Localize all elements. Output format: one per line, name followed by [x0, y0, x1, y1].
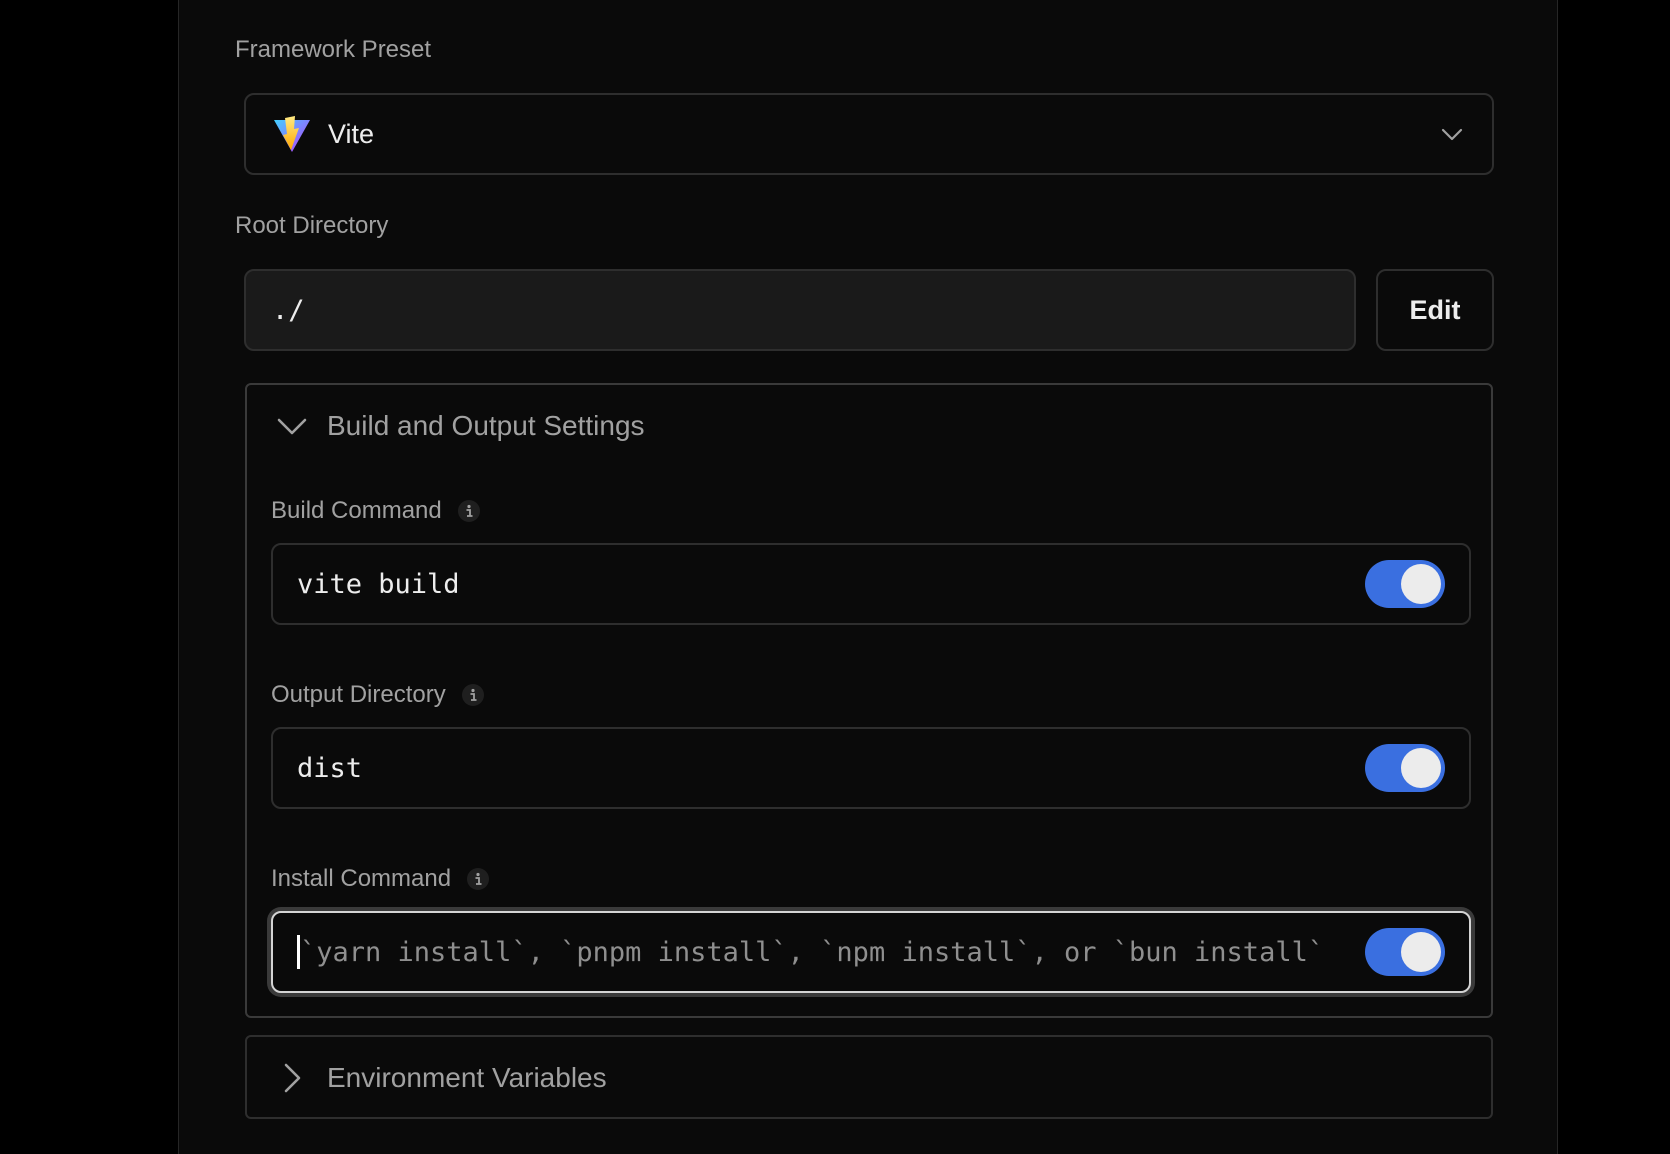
- chevron-down-icon: [1441, 128, 1463, 141]
- output-directory-field: dist: [271, 727, 1471, 809]
- info-icon[interactable]: [467, 868, 490, 890]
- framework-preset-label: Framework Preset: [235, 36, 432, 63]
- framework-preset-select[interactable]: Vite: [244, 93, 1494, 175]
- install-command-input[interactable]: [300, 936, 1345, 968]
- build-command-field: vite build: [271, 543, 1471, 625]
- build-command-override-toggle[interactable]: [1365, 560, 1445, 608]
- output-directory-label: Output Directory: [271, 681, 484, 709]
- toggle-knob: [1401, 932, 1441, 972]
- environment-variables-toggle[interactable]: Environment Variables: [275, 1037, 607, 1119]
- root-directory-label: Root Directory: [235, 212, 389, 239]
- install-command-override-toggle[interactable]: [1365, 928, 1445, 976]
- project-settings-panel: Framework Preset Vite Root Directory ./ …: [178, 0, 1558, 1154]
- info-icon[interactable]: [461, 684, 484, 706]
- build-output-settings-toggle[interactable]: Build and Output Settings: [275, 385, 645, 467]
- edit-root-directory-button[interactable]: Edit: [1376, 269, 1494, 351]
- build-output-settings-section: Build and Output Settings Build Command …: [245, 383, 1493, 1018]
- install-command-label: Install Command: [271, 865, 490, 893]
- output-directory-override-toggle[interactable]: [1365, 744, 1445, 792]
- environment-variables-section: Environment Variables: [245, 1035, 1493, 1119]
- install-command-field: [271, 911, 1471, 993]
- chevron-down-icon: [277, 418, 307, 435]
- toggle-knob: [1401, 564, 1441, 604]
- chevron-right-icon: [284, 1063, 301, 1093]
- build-command-label: Build Command: [271, 497, 480, 525]
- info-icon[interactable]: [457, 500, 480, 522]
- vite-logo-icon: [274, 116, 310, 152]
- root-directory-field: ./: [244, 269, 1356, 351]
- toggle-knob: [1401, 748, 1441, 788]
